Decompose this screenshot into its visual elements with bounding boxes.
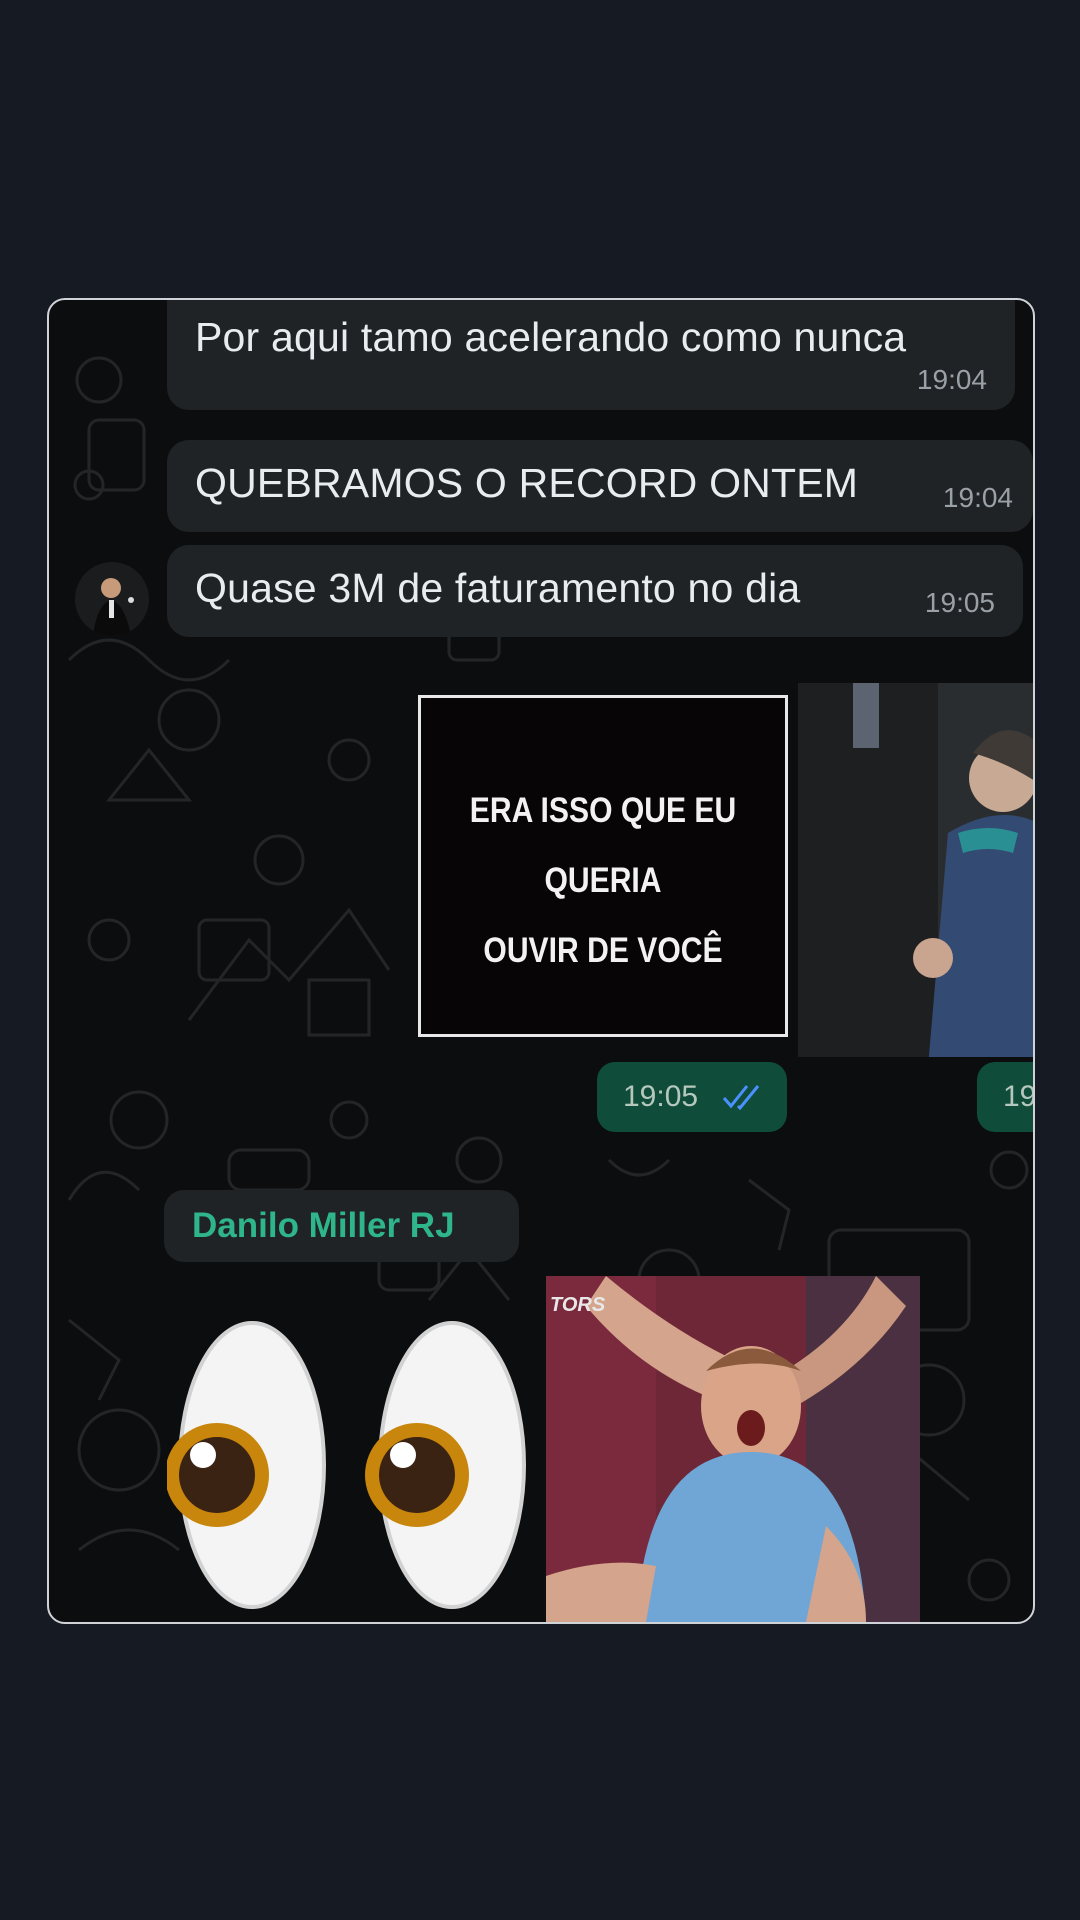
message-bubble[interactable]: Quase 3M de faturamento no dia 19:05 (167, 545, 1023, 637)
chat-screenshot: Por aqui tamo acelerando como nunca 19:0… (47, 298, 1035, 1624)
message-time: 19:05 (924, 587, 995, 618)
photo-message[interactable] (798, 683, 1033, 1057)
message-time: 19 (1003, 1080, 1035, 1113)
sender-name-bubble[interactable]: Danilo Miller RJ (164, 1190, 519, 1262)
message-text: Por aqui tamo acelerando como nunca (195, 314, 907, 360)
outgoing-time-pill: 19:05 (597, 1062, 787, 1132)
eyes-emoji (167, 1321, 526, 1609)
message-bubble[interactable]: QUEBRAMOS O RECORD ONTEM 19:04 (167, 440, 1033, 532)
message-bubble[interactable]: Por aqui tamo acelerando como nunca 19:0… (167, 300, 1015, 410)
message-text: QUEBRAMOS O RECORD ONTEM (195, 460, 859, 506)
gif-overlay-text: TORS (550, 1294, 606, 1316)
text-sticker[interactable]: ERA ISSO QUE EU QUERIA OUVIR DE VOCÊ (418, 695, 788, 1037)
message-text: Quase 3M de faturamento no dia (195, 565, 801, 611)
double-check-icon (722, 1085, 760, 1110)
message-time: 19:05 (623, 1080, 699, 1113)
message-time: 19:04 (916, 364, 987, 395)
gif-message[interactable]: TORS (546, 1276, 920, 1622)
sender-name: Danilo Miller RJ (192, 1206, 455, 1245)
sticker-text: ERA ISSO QUE EU QUERIA OUVIR DE VOCÊ (469, 791, 737, 970)
message-time: 19:04 (942, 482, 1013, 513)
avatar-image (75, 562, 149, 636)
avatar[interactable] (75, 562, 149, 636)
outgoing-time-pill: 19 (977, 1062, 1035, 1132)
